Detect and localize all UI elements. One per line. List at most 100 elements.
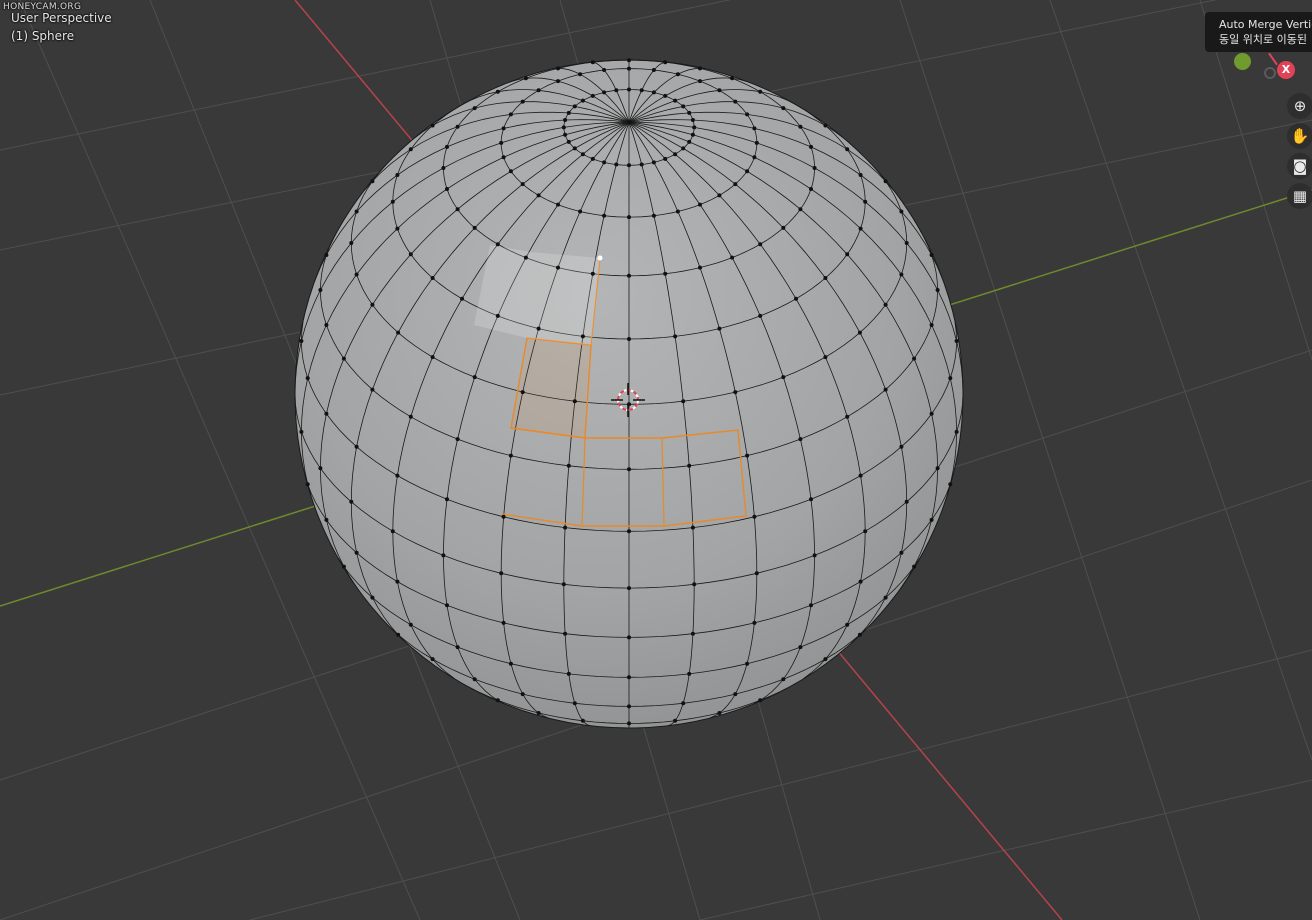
vertex	[536, 326, 541, 331]
vertex	[675, 209, 680, 214]
vertex	[754, 571, 759, 576]
active-object-label: (1) Sphere	[11, 29, 75, 43]
vertex	[675, 72, 680, 77]
vertex	[883, 302, 888, 307]
vertex	[845, 622, 850, 627]
vertex	[354, 444, 359, 449]
vertex	[794, 296, 798, 301]
vertex	[370, 179, 375, 184]
vertex	[590, 156, 595, 161]
grid-line	[1049, 0, 1312, 761]
vertex	[563, 132, 568, 137]
vertex	[639, 162, 644, 167]
vertex	[590, 93, 595, 98]
vertex	[627, 529, 631, 534]
vertex	[690, 525, 695, 530]
vertex	[948, 482, 953, 487]
vertex	[520, 99, 525, 104]
vertex	[563, 118, 568, 122]
vertex	[572, 104, 577, 109]
vertex	[730, 255, 735, 260]
vertex	[745, 112, 750, 117]
vertex	[390, 199, 395, 204]
vertex	[578, 72, 583, 77]
vertex	[556, 265, 560, 270]
3d-viewport[interactable]	[0, 0, 1312, 920]
gizmo-y-axis-icon[interactable]	[1234, 53, 1251, 70]
vertex	[578, 209, 583, 214]
vertex	[845, 414, 850, 419]
vertex	[627, 675, 631, 680]
vertex	[733, 99, 738, 104]
vertex	[602, 160, 607, 165]
vertex	[354, 209, 359, 214]
zoom-icon[interactable]: ⊕	[1287, 93, 1312, 119]
tooltip: Auto Merge Vertices 동일 위치로 이동된	[1205, 12, 1312, 52]
vertex	[501, 126, 506, 131]
vertex	[324, 517, 329, 522]
vertex	[501, 514, 506, 519]
vertex	[758, 242, 763, 247]
vertex	[798, 124, 803, 129]
vertex	[395, 226, 400, 231]
vertex	[408, 252, 413, 257]
vertex	[508, 661, 513, 666]
vertex	[754, 140, 759, 145]
vertex	[858, 473, 863, 478]
grid-icon[interactable]: ▦	[1287, 183, 1312, 209]
vertex	[673, 334, 678, 339]
vertex	[455, 645, 460, 650]
vertex	[305, 482, 310, 487]
vertex	[627, 635, 631, 640]
vertex	[899, 444, 904, 449]
vertex	[809, 497, 813, 502]
vertex	[663, 60, 668, 65]
vertex	[912, 564, 917, 569]
vertex	[883, 387, 888, 392]
vertex	[733, 390, 738, 395]
vertex	[809, 603, 813, 608]
vertex	[745, 661, 750, 666]
vertex	[627, 467, 631, 472]
vertex	[858, 173, 863, 177]
vertex	[590, 271, 595, 276]
vertex	[349, 499, 354, 504]
vertex	[572, 701, 577, 706]
vertex	[508, 169, 513, 174]
vertex	[370, 387, 375, 392]
vertex	[614, 88, 619, 93]
vertex	[627, 337, 631, 341]
vertex	[883, 179, 888, 184]
vertex	[580, 718, 585, 723]
vertex	[566, 110, 571, 115]
vertex	[730, 76, 735, 81]
vertex	[745, 453, 750, 458]
vertex	[717, 193, 722, 198]
vertex	[948, 376, 953, 381]
vertex	[318, 466, 323, 471]
vertex	[370, 302, 375, 307]
vertex	[501, 620, 506, 625]
vertex	[809, 187, 813, 191]
camera-icon[interactable]: ◙	[1287, 153, 1312, 179]
vertex	[673, 98, 678, 103]
vertex	[495, 89, 500, 94]
vertex	[580, 334, 585, 339]
vertex	[698, 202, 702, 207]
vertex	[430, 355, 435, 360]
vertex	[845, 252, 850, 257]
vertex	[408, 147, 413, 152]
vertex	[561, 125, 566, 130]
vertex	[556, 66, 560, 71]
vertex	[614, 162, 619, 167]
vertex	[698, 265, 702, 270]
gizmo-x-axis-icon[interactable]: X	[1277, 61, 1295, 79]
vertex	[341, 564, 346, 569]
vertex	[430, 657, 435, 662]
vertex	[863, 529, 868, 534]
vertex	[663, 271, 668, 276]
pan-hand-icon[interactable]: ✋	[1287, 123, 1312, 149]
vertex	[681, 399, 686, 404]
vertex	[690, 631, 695, 636]
gizmo-negative-axis-icon[interactable]	[1264, 67, 1276, 79]
